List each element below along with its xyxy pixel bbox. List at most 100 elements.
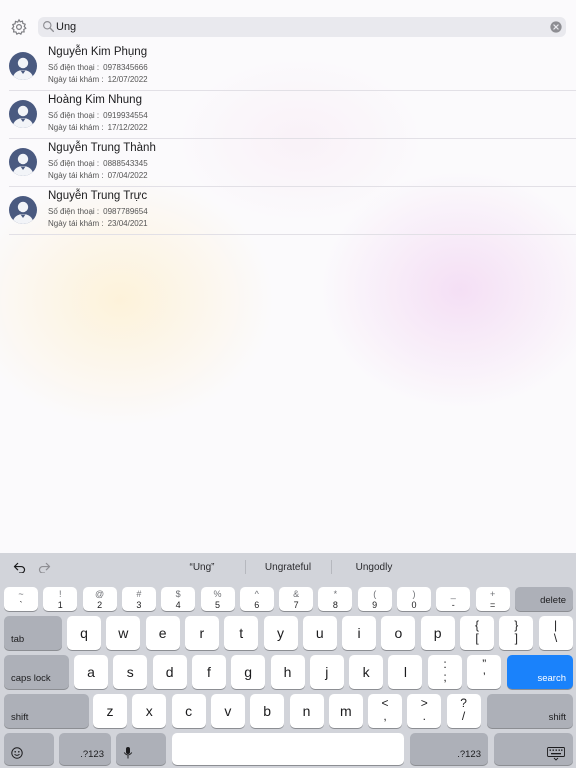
key-letter[interactable]: p <box>420 616 455 650</box>
phone-line: Số điện thoại :0978345666 <box>48 63 148 72</box>
tab-key[interactable]: tab <box>4 616 62 650</box>
hide-keyboard-key[interactable] <box>494 733 573 765</box>
emoji-key[interactable] <box>4 733 54 765</box>
key-symbol[interactable]: :; <box>428 655 462 689</box>
key-letter[interactable]: a <box>74 655 108 689</box>
key-letter[interactable]: c <box>171 694 206 728</box>
key-letter-label: r <box>199 625 205 641</box>
key-letter[interactable]: e <box>145 616 180 650</box>
key-letter-label: t <box>239 625 244 641</box>
key-letter[interactable]: g <box>231 655 266 689</box>
key-letter[interactable]: w <box>106 616 141 650</box>
undo-icon[interactable] <box>13 562 26 573</box>
key-letter-label: p <box>433 625 442 641</box>
key-letter[interactable]: i <box>342 616 377 650</box>
key-letter-label: c <box>185 703 193 719</box>
key-symbol[interactable]: | \ <box>538 616 573 650</box>
patient-row[interactable]: Nguyễn Trung Thành Số điện thoại :0888543… <box>0 139 576 187</box>
search-label: search <box>537 673 566 684</box>
microphone-icon <box>123 747 133 759</box>
key-letter[interactable]: t <box>224 616 259 650</box>
numbers-key[interactable]: .?123 <box>59 733 111 765</box>
suggestion-ungrateful[interactable]: Ungrateful <box>246 562 330 573</box>
keyboard-dismiss-icon <box>547 747 565 761</box>
key-secondary-label: : <box>443 657 447 671</box>
numbers-key[interactable]: .?123 <box>410 733 488 765</box>
key-letter[interactable]: j <box>309 655 344 689</box>
search-input[interactable] <box>56 18 536 36</box>
key-primary-label: ; <box>443 670 447 684</box>
key-primary-label: 4 <box>175 600 181 610</box>
key-primary-label: 8 <box>332 600 338 610</box>
key-letter[interactable]: f <box>191 655 226 689</box>
patient-row[interactable]: Hoàng Kim Nhung Số điện thoại :0919934554… <box>0 91 576 139</box>
key-symbol[interactable]: }] <box>499 616 534 650</box>
key-number[interactable]: ! 1 <box>43 587 78 611</box>
clear-circle-icon[interactable] <box>550 21 562 33</box>
key-symbol[interactable]: ”’ <box>467 655 502 689</box>
key-letter[interactable]: q <box>67 616 101 650</box>
delete-key[interactable]: delete <box>515 587 573 611</box>
key-symbol[interactable]: {[ <box>460 616 494 650</box>
key-primary-label: / <box>461 709 466 723</box>
key-letter[interactable]: u <box>302 616 337 650</box>
key-letter[interactable]: m <box>328 694 363 728</box>
patient-row[interactable]: Nguyễn Kim Phụng Số điện thoại :097834566… <box>0 43 576 91</box>
revisit-date: 07/04/2022 <box>107 171 148 180</box>
shift-left-key[interactable]: shift <box>4 694 89 728</box>
suggestion-typed[interactable]: “Ung” <box>160 562 244 573</box>
key-secondary-label: | <box>554 618 558 632</box>
key-letter[interactable]: z <box>93 694 127 728</box>
phone-label: Số điện thoại : <box>48 159 100 168</box>
key-letter[interactable]: b <box>250 694 285 728</box>
patient-name: Nguyễn Trung Trực <box>48 190 148 202</box>
revisit-line: Ngày tái khám :17/12/2022 <box>48 123 148 132</box>
key-letter[interactable]: x <box>132 694 167 728</box>
key-number[interactable]: (9 <box>357 587 392 611</box>
key-primary-label: 5 <box>214 600 220 610</box>
key-secondary-label: ” <box>482 657 487 671</box>
key-number[interactable]: + = <box>475 587 510 611</box>
key-letter[interactable]: r <box>184 616 219 650</box>
key-primary-label: 2 <box>97 600 103 610</box>
key-number[interactable]: @2 <box>82 587 117 611</box>
key-letter[interactable]: d <box>152 655 187 689</box>
space-key[interactable] <box>172 733 404 765</box>
key-letter[interactable]: o <box>381 616 416 650</box>
key-number[interactable]: ) 0 <box>397 587 431 611</box>
key-number[interactable]: & 7 <box>279 587 314 611</box>
redo-icon[interactable] <box>38 562 51 573</box>
key-number[interactable]: _ - <box>436 587 471 611</box>
key-letter[interactable]: l <box>388 655 423 689</box>
key-symbol[interactable]: ? / <box>446 694 481 728</box>
gear-icon[interactable] <box>10 18 28 36</box>
key-letter-label: d <box>165 664 174 680</box>
patient-row[interactable]: Nguyễn Trung Trực Số điện thoại :09877896… <box>0 187 576 235</box>
suggestion-ungodly[interactable]: Ungodly <box>332 562 416 573</box>
search-field[interactable] <box>38 17 566 37</box>
search-key[interactable]: search <box>507 655 573 689</box>
dictation-key[interactable] <box>116 733 166 765</box>
key-number[interactable]: #3 <box>121 587 156 611</box>
key-letter[interactable]: y <box>263 616 298 650</box>
key-number[interactable]: % 5 <box>200 587 235 611</box>
key-secondary-label: { <box>474 618 479 632</box>
key-letter-label: x <box>145 703 153 719</box>
key-symbol[interactable]: <, <box>368 694 402 728</box>
shift-right-key[interactable]: shift <box>487 694 573 728</box>
key-letter[interactable]: v <box>210 694 245 728</box>
key-letter[interactable]: s <box>113 655 148 689</box>
key-letter[interactable]: k <box>349 655 384 689</box>
key-number[interactable]: $4 <box>161 587 196 611</box>
key-letter-label: u <box>315 625 324 641</box>
key-secondary-label: < <box>381 696 389 710</box>
caps-lock-key[interactable]: caps lock <box>4 655 69 689</box>
key-letter[interactable]: h <box>270 655 305 689</box>
key-letter[interactable]: n <box>289 694 324 728</box>
phone-label: Số điện thoại : <box>48 63 100 72</box>
key-number[interactable]: ~ ` <box>4 587 38 611</box>
key-primary-label: ’ <box>482 670 486 684</box>
key-number[interactable]: * 8 <box>318 587 353 611</box>
key-number[interactable]: ^ 6 <box>239 587 274 611</box>
key-symbol[interactable]: >. <box>407 694 442 728</box>
